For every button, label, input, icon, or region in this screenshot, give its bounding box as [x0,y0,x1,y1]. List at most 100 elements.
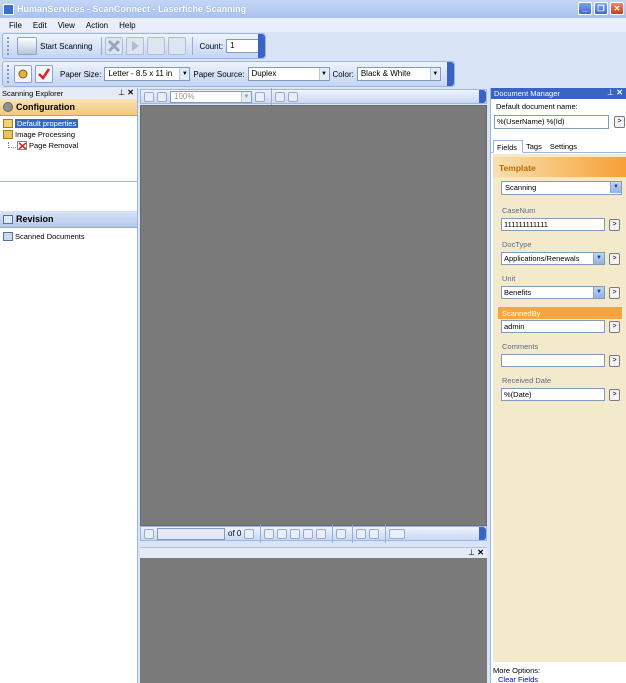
unit-select[interactable]: Benefits ▼ [501,286,605,299]
menu-help[interactable]: Help [119,21,135,30]
insert-after-icon[interactable] [369,528,380,539]
tree-item-default-properties[interactable]: Default properties [3,118,79,128]
menu-edit[interactable]: Edit [33,21,47,30]
menu-action[interactable]: Action [86,21,108,30]
casenum-token-button[interactable]: > [609,219,620,231]
document-manager-tabs: Fields Tags Settings [491,140,626,153]
minimize-button[interactable]: _ [578,2,592,15]
toolbar-overflow-button[interactable] [258,34,265,58]
rotate-right-icon[interactable] [288,91,298,102]
clear-fields-link[interactable]: Clear Fields [498,675,538,683]
doctype-token-button[interactable]: > [609,253,620,265]
default-name-token-button[interactable]: > [614,116,625,128]
template-select[interactable]: Scanning ▼ [501,181,622,195]
tab-settings[interactable]: Settings [547,140,582,152]
toolbar-overflow-button[interactable] [479,90,486,103]
rotate-page-icon[interactable] [290,528,301,539]
scanning-explorer-pane: Scanning Explorer ⊥ ✕ Configuration Defa… [0,88,138,683]
revision-icon [3,214,13,224]
thumbnail-view-icon[interactable] [389,528,406,539]
revision-section[interactable]: Revision [0,211,137,228]
chevron-down-icon: ▼ [179,68,190,80]
thumbnail-pane[interactable] [140,558,487,683]
insert-before-icon[interactable] [356,528,367,539]
back-icon[interactable] [264,528,275,539]
color-select[interactable]: Black & White ▼ [356,67,441,81]
pin-icon[interactable]: ⊥ [118,88,125,97]
casenum-field[interactable]: 111111111111 [501,218,605,231]
zoom-in-icon[interactable] [157,91,167,102]
delete-page-icon[interactable] [336,528,347,539]
configuration-tree: Default properties Image Processing Page… [0,116,137,182]
comments-token-button[interactable]: > [609,355,620,367]
tab-fields[interactable]: Fields [493,140,524,153]
zoom-fit-icon[interactable] [255,91,265,102]
page-number-field[interactable] [157,527,225,540]
checkmark-icon[interactable] [35,65,53,83]
next-page-icon[interactable] [244,528,255,539]
received-date-field[interactable]: %(Date) [501,388,605,401]
scannedby-token-button[interactable]: > [609,321,620,333]
tab-tags[interactable]: Tags [523,140,547,152]
unit-token-button[interactable]: > [609,287,620,299]
comments-field[interactable] [501,354,605,367]
next-page-icon[interactable] [126,37,145,55]
forward-icon[interactable] [277,528,288,539]
remove-page-icon [17,140,27,150]
more-options-label: More Options: [493,666,541,675]
close-button[interactable]: ✕ [610,2,624,15]
tree-item-image-processing[interactable]: Image Processing [3,129,75,139]
scannedby-field[interactable]: admin [501,320,605,333]
scan-toolbar: Start Scanning Count: 1 [2,33,266,59]
previous-page-icon[interactable] [144,528,154,539]
viewer-toolbar: 100% ▼ [140,87,487,106]
toolbar-overflow-button[interactable] [447,62,454,86]
settings-toolbar: Paper Size: Letter - 8.5 x 11 in ▼ Paper… [2,61,455,87]
casenum-label: CaseNum [502,206,536,215]
page-count-label: of 0 [228,529,242,538]
paper-source-label: Paper Source: [193,69,245,79]
tree-item-scanned-documents[interactable]: Scanned Documents [3,231,140,241]
color-label: Color: [332,69,354,79]
close-icon[interactable]: ✕ [477,548,484,557]
tree-item-page-removal[interactable]: Page Removal [8,140,78,150]
rotate-left-icon[interactable] [275,91,285,102]
toolbar-overflow-button[interactable] [479,527,486,540]
default-name-label: Default document name: [496,102,578,111]
close-icon[interactable]: ✕ [127,88,134,97]
pin-icon[interactable]: ⊥ [468,548,475,557]
maximize-button[interactable]: ❐ [594,2,608,15]
toolbar-grip[interactable] [7,37,10,55]
start-scanning-button[interactable]: Start Scanning [14,36,98,56]
scanner-icon [17,37,37,55]
pin-icon[interactable]: ⊥ [607,88,614,97]
scan-page-icon[interactable] [316,528,327,539]
doctype-label: DocType [502,240,532,249]
document-icon [3,118,13,128]
default-name-field[interactable]: %(UserName) %(Id) [494,115,609,129]
stop-icon[interactable] [105,37,124,55]
fields-pane: Template Scanning ▼ CaseNum 111111111111… [493,154,626,662]
menu-view[interactable]: View [58,21,75,30]
undo-icon[interactable] [168,37,187,55]
paper-size-select[interactable]: Letter - 8.5 x 11 in ▼ [104,67,191,81]
count-field[interactable]: 1 [226,39,261,53]
menu-bar: File Edit View Action Help [0,18,626,32]
doctype-select[interactable]: Applications/Renewals ▼ [501,252,605,265]
menu-file[interactable]: File [9,21,22,30]
document-manager-pane: Document Manager ⊥ ✕ Default document na… [490,88,626,683]
zoom-select[interactable]: 100% ▼ [170,90,252,103]
toolbar-grip[interactable] [7,65,10,83]
hand-tool-icon[interactable] [144,91,154,102]
scanner-settings-icon[interactable] [14,65,32,83]
close-icon[interactable]: ✕ [616,88,623,97]
received-date-token-button[interactable]: > [609,389,620,401]
gear-icon [3,102,13,112]
comments-label: Comments [502,342,539,351]
page-viewer[interactable] [140,105,487,526]
unit-label: Unit [502,274,516,283]
printer-icon[interactable] [147,37,166,55]
paper-source-select[interactable]: Duplex ▼ [247,67,330,81]
configuration-section[interactable]: Configuration [0,99,137,116]
move-page-icon[interactable] [303,528,314,539]
